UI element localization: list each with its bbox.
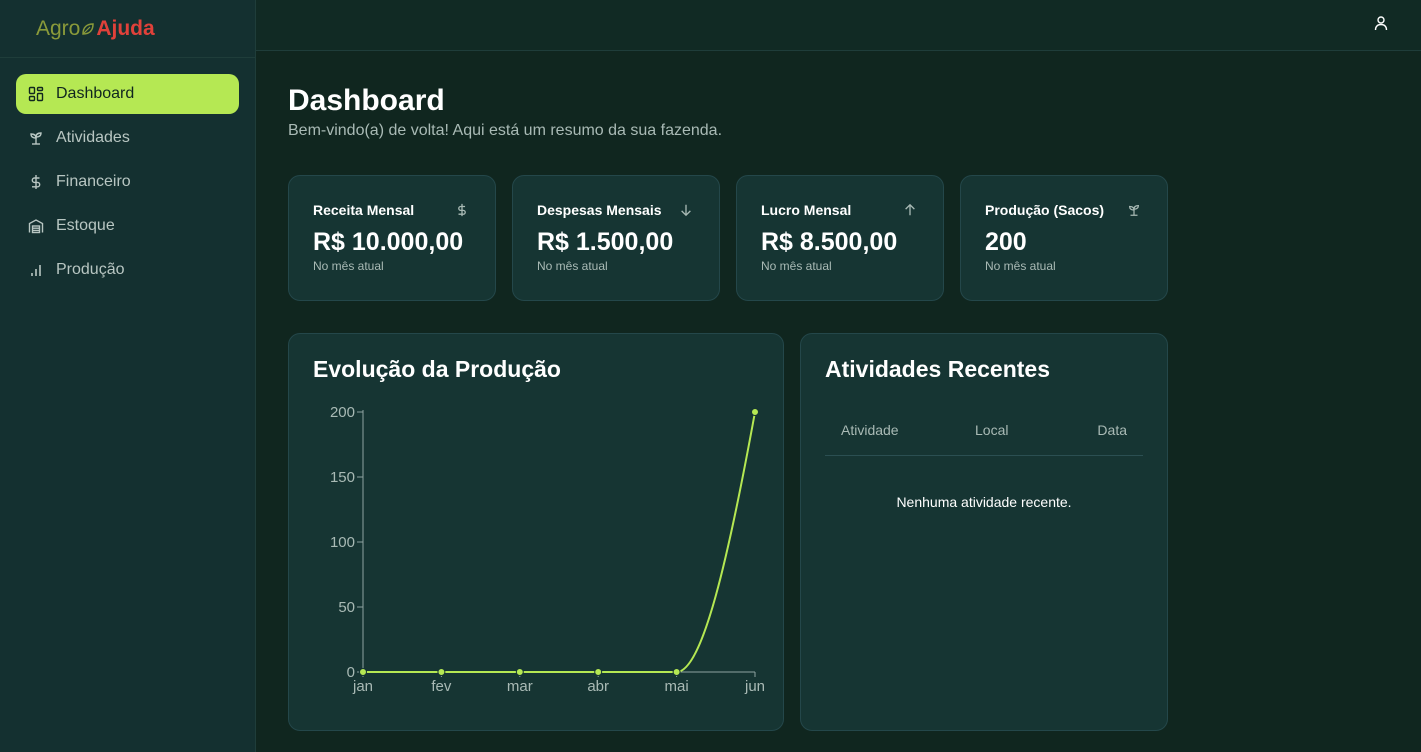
- column-header-local: Local: [975, 422, 1009, 438]
- column-header-data: Data: [1097, 422, 1127, 438]
- x-tick-label: fev: [431, 678, 452, 695]
- data-point: [594, 668, 603, 676]
- x-tick-label: abr: [587, 678, 609, 695]
- sidebar-item-producao[interactable]: Produção: [16, 250, 239, 290]
- x-tick-label: jun: [744, 678, 765, 695]
- dollar-icon: [458, 203, 466, 217]
- x-tick-label: mai: [665, 678, 689, 695]
- sidebar-nav: Dashboard Atividades Financeiro Estoque …: [0, 58, 255, 310]
- data-point: [751, 408, 759, 416]
- production-chart-panel: 0 50 100 150 200 jan fev mar abr mai jun Evolução …: [288, 333, 784, 731]
- top-bar: [256, 0, 1421, 51]
- bar-chart-icon: [28, 262, 44, 278]
- production-line-chart: 050100150200jan fev mar abr mai jun: [330, 404, 765, 695]
- dashboard-icon: [28, 86, 44, 102]
- y-tick-label: 50: [338, 599, 355, 616]
- sidebar-item-estoque[interactable]: Estoque: [16, 206, 239, 246]
- sidebar-item-label: Produção: [56, 261, 125, 278]
- sidebar-item-label: Atividades: [56, 129, 130, 146]
- card-value: R$ 8.500,00: [761, 228, 898, 256]
- sidebar-item-label: Financeiro: [56, 173, 131, 190]
- warehouse-icon: [28, 218, 44, 234]
- card-value: R$ 1.500,00: [537, 228, 674, 256]
- dollar-icon: [28, 174, 44, 190]
- arrow-up-icon: [905, 203, 915, 216]
- card-subtitle: No mês atual: [761, 259, 832, 273]
- y-tick-label: 200: [330, 404, 355, 421]
- recent-activities-panel: Atividades Recentes Atividade Local Data…: [800, 333, 1168, 731]
- card-title: Receita Mensal: [313, 202, 415, 218]
- card-value: R$ 10.000,00: [313, 228, 464, 256]
- chart-title: Evolução da Produção: [313, 356, 561, 382]
- logo-text-agro: Agro: [36, 16, 81, 40]
- card-title: Lucro Mensal: [761, 202, 852, 218]
- x-tick-label: mar: [507, 678, 533, 695]
- y-tick-label: 150: [330, 469, 355, 486]
- card-subtitle: No mês atual: [985, 259, 1056, 273]
- stat-card-despesas: Despesas Mensais R$ 1.500,00 No mês atua…: [512, 175, 720, 301]
- page-subtitle: Bem-vindo(a) de volta! Aqui está um resu…: [288, 122, 723, 139]
- column-header-atividade: Atividade: [841, 422, 899, 438]
- page-title: Dashboard: [288, 84, 445, 117]
- data-point: [515, 668, 524, 676]
- sidebar-item-label: Dashboard: [56, 85, 135, 102]
- empty-state-message: Nenhuma atividade recente.: [896, 494, 1072, 510]
- leaf-icon: [82, 22, 95, 35]
- sprout-icon: [28, 130, 44, 146]
- series-line: [362, 411, 756, 673]
- data-point: [359, 668, 367, 676]
- user-icon[interactable]: [1373, 15, 1389, 31]
- data-point: [672, 668, 681, 676]
- activities-table-header: Atividade Local Data: [825, 420, 1143, 456]
- sidebar: Agro Ajuda Dashboard Atividades Financei…: [0, 0, 256, 752]
- app-logo[interactable]: Agro Ajuda: [0, 0, 255, 58]
- card-value: 200: [985, 228, 1027, 256]
- x-tick-label: jan: [352, 678, 373, 695]
- stat-card-producao: Produção (Sacos) 200 No mês atual: [960, 175, 1168, 301]
- sidebar-item-label: Estoque: [56, 217, 115, 234]
- logo-text-ajuda: Ajuda: [96, 16, 155, 40]
- sidebar-item-dashboard[interactable]: Dashboard: [16, 74, 239, 114]
- card-subtitle: No mês atual: [313, 259, 384, 273]
- card-subtitle: No mês atual: [537, 259, 608, 273]
- arrow-down-icon: [681, 204, 691, 217]
- card-title: Produção (Sacos): [985, 202, 1105, 218]
- panel-title: Atividades Recentes: [825, 356, 1050, 382]
- sprout-icon: [1129, 205, 1139, 216]
- card-title: Despesas Mensais: [537, 202, 662, 218]
- stat-card-receita: Receita Mensal R$ 10.000,00 No mês atual: [288, 175, 496, 301]
- sidebar-item-atividades[interactable]: Atividades: [16, 118, 239, 158]
- sidebar-item-financeiro[interactable]: Financeiro: [16, 162, 239, 202]
- data-point: [437, 668, 446, 676]
- stat-card-lucro: Lucro Mensal R$ 8.500,00 No mês atual: [736, 175, 944, 301]
- y-tick-label: 100: [330, 534, 355, 551]
